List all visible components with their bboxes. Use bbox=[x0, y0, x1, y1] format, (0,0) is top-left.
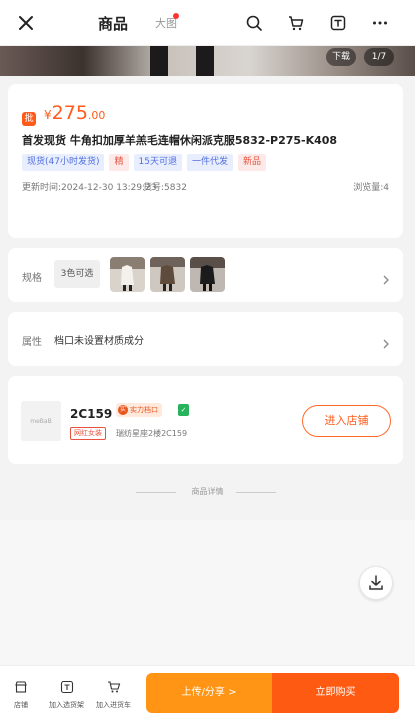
shelf-icon[interactable] bbox=[326, 11, 350, 35]
download-icon bbox=[369, 575, 383, 590]
cart-icon[interactable] bbox=[284, 11, 308, 35]
shop-card: meBaB 2C159 网红女装 实 实力档口 ✓ 瑞纺星座2楼2C159 进入… bbox=[8, 376, 403, 464]
shelf-icon bbox=[60, 680, 74, 694]
shop-nav-label: 店铺 bbox=[14, 701, 28, 709]
upload-share-button[interactable]: 上传/分享 > bbox=[146, 673, 272, 713]
add-to-cart-button[interactable]: 加入进货车 bbox=[96, 680, 131, 710]
spec-thumbnail[interactable] bbox=[110, 257, 145, 292]
spec-thumbnail[interactable] bbox=[150, 257, 185, 292]
close-icon[interactable] bbox=[14, 11, 38, 35]
tag-return: 15天可退 bbox=[133, 154, 182, 171]
product-tags: 现货(47小时发货) 精 15天可退 一件代发 新品 bbox=[22, 154, 266, 171]
download-button[interactable]: 下载 bbox=[326, 48, 356, 66]
attribute-value: 档口未设置材质成分 bbox=[54, 336, 144, 347]
buy-now-button[interactable]: 立即购买 bbox=[272, 673, 399, 713]
details-divider: 商品详情 bbox=[0, 485, 415, 499]
tag-premium: 精 bbox=[109, 154, 129, 171]
strength-icon: 实 bbox=[118, 405, 128, 415]
tag-dropship: 一件代发 bbox=[186, 154, 233, 171]
shop-logo[interactable]: meBaB bbox=[21, 401, 61, 441]
price-decimal: .00 bbox=[87, 109, 106, 122]
more-icon[interactable] bbox=[368, 11, 392, 35]
add-to-cart-label: 加入进货车 bbox=[96, 701, 131, 709]
price-integer: 275 bbox=[51, 102, 88, 124]
shop-nav-button[interactable]: 店铺 bbox=[14, 680, 28, 710]
shop-category-tag: 网红女装 bbox=[70, 427, 106, 440]
product-info-card: 批 ¥ 275 .00 首发现货 牛角扣加厚羊羔毛连帽休闲派克服5832-P27… bbox=[8, 84, 403, 238]
spec-row[interactable]: 规格 3色可选 bbox=[8, 248, 403, 302]
add-to-shelf-label: 加入选货架 bbox=[49, 701, 84, 709]
item-number: 货号:5832 bbox=[143, 183, 187, 193]
search-icon[interactable] bbox=[242, 11, 266, 35]
image-page-indicator: 1/7 bbox=[364, 48, 394, 66]
strength-badge: 实 实力档口 bbox=[116, 403, 162, 417]
attribute-row[interactable]: 属性 档口未设置材质成分 bbox=[8, 312, 403, 366]
view-count: 浏览量:4 bbox=[353, 183, 389, 193]
attribute-label: 属性 bbox=[22, 337, 42, 348]
enter-shop-button[interactable]: 进入店铺 bbox=[302, 405, 391, 437]
tag-new: 新品 bbox=[237, 154, 266, 171]
shop-name[interactable]: 2C159 bbox=[70, 407, 112, 421]
spec-thumbnail[interactable] bbox=[190, 257, 225, 292]
cart-icon bbox=[107, 680, 121, 694]
details-heading: 商品详情 bbox=[191, 487, 224, 496]
product-details-area bbox=[0, 520, 415, 665]
strength-label: 实力档口 bbox=[130, 406, 158, 414]
tag-in-stock: 现货(47小时发货) bbox=[22, 154, 105, 171]
price: 批 ¥ 275 .00 bbox=[22, 102, 106, 126]
spec-label: 规格 bbox=[22, 273, 42, 284]
download-fab[interactable] bbox=[359, 566, 393, 600]
product-image[interactable]: 下载 1/7 bbox=[0, 46, 415, 76]
store-icon bbox=[14, 680, 28, 694]
shop-address: 瑞纺星座2楼2C159 bbox=[116, 429, 188, 438]
colors-available[interactable]: 3色可选 bbox=[54, 260, 100, 288]
chevron-right-icon bbox=[381, 334, 391, 349]
updated-time: 更新时间:2024-12-30 13:29:23 bbox=[22, 183, 157, 193]
price-tag-icon: 批 bbox=[22, 112, 36, 126]
bottom-action-bar: 店铺 加入选货架 加入进货车 上传/分享 > 立即购买 bbox=[0, 665, 415, 720]
notification-dot bbox=[173, 13, 179, 19]
tab-goods[interactable]: 商品 bbox=[98, 13, 128, 34]
verified-icon: ✓ bbox=[178, 404, 189, 416]
price-symbol: ¥ bbox=[44, 108, 52, 122]
add-to-shelf-button[interactable]: 加入选货架 bbox=[49, 680, 84, 710]
top-navigation-bar: 商品 大图 bbox=[0, 0, 415, 46]
product-title: 首发现货 牛角扣加厚羊羔毛连帽休闲派克服5832-P275-K408 bbox=[22, 134, 338, 147]
chevron-right-icon bbox=[381, 270, 391, 285]
